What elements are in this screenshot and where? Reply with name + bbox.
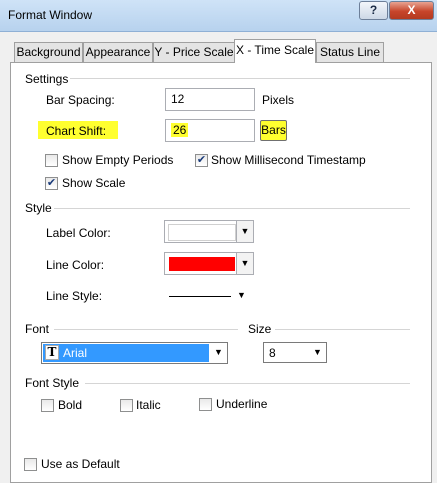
line-style-select[interactable]: ▼ <box>164 285 254 308</box>
tab-background[interactable]: Background <box>14 42 83 62</box>
chart-shift-label: Chart Shift: <box>46 124 107 138</box>
italic-label: Italic <box>136 398 161 412</box>
bar-spacing-input[interactable]: 12 <box>165 88 255 111</box>
chevron-down-icon: ▼ <box>236 221 253 242</box>
chevron-down-icon: ▼ <box>237 290 246 300</box>
italic-checkbox[interactable] <box>120 399 133 412</box>
line-style-solid-preview <box>169 296 231 297</box>
close-button[interactable]: X <box>389 1 434 20</box>
font-style-divider <box>85 383 410 384</box>
font-size-select[interactable]: 8 ▼ <box>263 342 327 363</box>
settings-header: Settings <box>25 72 69 86</box>
chevron-down-icon: ▼ <box>313 347 322 357</box>
show-millisecond-checkbox[interactable]: ✔ <box>195 154 208 167</box>
tab-x-time-scale[interactable]: X - Time Scale <box>234 39 316 63</box>
style-divider <box>54 208 410 209</box>
title-bar: Format Window ? X <box>0 0 437 32</box>
underline-checkbox[interactable] <box>199 398 212 411</box>
label-color-label: Label Color: <box>46 226 111 240</box>
settings-divider <box>70 78 410 79</box>
line-color-select[interactable]: ▼ <box>164 252 254 275</box>
show-scale-label: Show Scale <box>62 176 126 190</box>
size-header: Size <box>248 322 272 336</box>
show-empty-periods-label: Show Empty Periods <box>62 153 174 167</box>
chart-shift-value: 26 <box>171 123 189 137</box>
size-divider <box>275 329 410 330</box>
truetype-font-icon: T <box>45 345 59 360</box>
line-color-label: Line Color: <box>46 258 105 272</box>
chevron-down-icon: ▼ <box>214 347 223 357</box>
font-header: Font <box>25 322 50 336</box>
use-as-default-checkbox[interactable] <box>24 458 37 471</box>
font-size-value: 8 <box>269 346 276 360</box>
bar-spacing-unit: Pixels <box>262 93 295 107</box>
label-color-swatch <box>168 224 236 241</box>
help-button[interactable]: ? <box>359 1 388 20</box>
bold-checkbox[interactable] <box>41 399 54 412</box>
font-divider <box>54 329 238 330</box>
chart-shift-input[interactable]: 26 <box>165 119 255 142</box>
use-as-default-label: Use as Default <box>41 457 120 471</box>
line-style-label: Line Style: <box>46 289 103 303</box>
show-empty-periods-checkbox[interactable] <box>45 154 58 167</box>
tab-status-line[interactable]: Status Line <box>316 42 384 62</box>
show-scale-checkbox[interactable]: ✔ <box>45 177 58 190</box>
window-title: Format Window <box>8 8 93 22</box>
tab-y-price-scale[interactable]: Y - Price Scale <box>153 42 235 62</box>
show-millisecond-label: Show Millisecond Timestamp <box>211 153 366 167</box>
line-color-swatch <box>169 257 235 271</box>
font-style-header: Font Style <box>25 376 80 390</box>
tab-appearance[interactable]: Appearance <box>83 42 153 62</box>
chevron-down-icon: ▼ <box>236 253 253 274</box>
style-header: Style <box>25 201 52 215</box>
label-color-select[interactable]: ▼ <box>164 220 254 243</box>
font-family-value: Arial <box>63 346 88 360</box>
font-family-select[interactable]: T Arial ▼ <box>41 342 228 364</box>
bar-spacing-label: Bar Spacing: <box>46 93 115 107</box>
bars-unit-button[interactable]: Bars <box>260 120 287 141</box>
underline-label: Underline <box>216 397 268 411</box>
bold-label: Bold <box>58 398 83 412</box>
